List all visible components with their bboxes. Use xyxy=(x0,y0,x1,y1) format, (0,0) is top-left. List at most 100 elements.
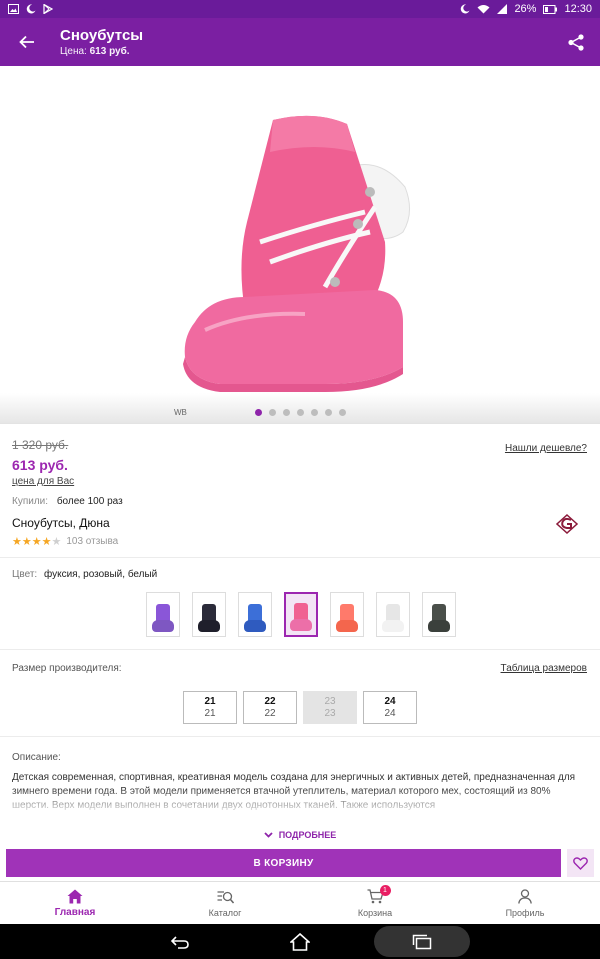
gallery-dot[interactable] xyxy=(325,409,332,416)
color-label: Цвет: фуксия, розовый, белый xyxy=(12,569,157,580)
swatch-upper xyxy=(432,604,446,621)
do-not-disturb-moon-icon xyxy=(460,4,470,14)
system-home-button[interactable] xyxy=(280,924,320,959)
size-option[interactable]: 24 24 xyxy=(363,691,417,724)
gallery-dot[interactable] xyxy=(339,409,346,416)
battery-icon xyxy=(543,4,558,14)
gallery-dot[interactable] xyxy=(269,409,276,416)
gallery-fade xyxy=(0,393,600,423)
size-label: Размер производителя: xyxy=(12,663,122,674)
size-value: 23 xyxy=(324,695,336,707)
swatch-sole xyxy=(244,620,266,632)
cart-bar: В КОРЗИНУ xyxy=(0,848,600,880)
description-label: Описание: xyxy=(12,752,61,763)
size-option: 23 23 xyxy=(303,691,357,724)
size-option[interactable]: 22 22 xyxy=(243,691,297,724)
swatch-thumbnail xyxy=(290,603,312,631)
price-section: 1 320 руб. 613 руб. цена для Вас Нашли д… xyxy=(0,432,600,558)
nav-item-cart[interactable]: 1 Корзина xyxy=(300,882,450,924)
color-label-value: фуксия, розовый, белый xyxy=(43,569,158,580)
gallery-pagination xyxy=(255,409,346,416)
gallery-dot[interactable] xyxy=(255,409,262,416)
system-recent-apps-button[interactable] xyxy=(402,924,442,959)
system-back-button[interactable] xyxy=(160,924,200,959)
bottom-navigation: Главная Каталог 1 Корзина Профиль xyxy=(0,881,600,924)
page-subtitle: Цена: 613 руб. xyxy=(60,45,552,58)
share-icon xyxy=(568,33,584,51)
rating-stars: ★★★★★ xyxy=(12,536,62,548)
color-swatch[interactable] xyxy=(192,592,226,637)
color-swatch[interactable] xyxy=(284,592,318,637)
product-image-boot xyxy=(183,115,410,392)
swatch-upper xyxy=(156,604,170,621)
current-price: 613 руб. xyxy=(12,457,68,473)
swatch-thumbnail xyxy=(244,604,266,632)
color-swatch[interactable] xyxy=(238,592,272,637)
color-swatch[interactable] xyxy=(376,592,410,637)
description-section: Описание: Детская современная, спортивна… xyxy=(0,738,600,848)
show-more-label: ПОДРОБНЕЕ xyxy=(278,830,337,840)
home-icon xyxy=(67,888,83,904)
catalog-search-icon xyxy=(217,889,234,905)
back-button[interactable] xyxy=(0,18,54,66)
size-sub-value: 21 xyxy=(204,707,216,719)
app-bar: Сноубутсы Цена: 613 руб. xyxy=(0,18,600,66)
swatch-upper xyxy=(202,604,216,621)
swatch-sole xyxy=(336,620,358,632)
image-notification-icon xyxy=(8,4,19,14)
nav-item-home[interactable]: Главная xyxy=(0,882,150,924)
battery-percent: 26% xyxy=(514,3,537,15)
swatch-upper xyxy=(248,604,262,621)
moon-notification-icon xyxy=(26,4,36,14)
signal-icon xyxy=(497,4,508,14)
swatch-thumbnail xyxy=(198,604,220,632)
color-swatch[interactable] xyxy=(146,592,180,637)
description-fade xyxy=(0,788,600,816)
product-name: Сноубутсы, Дюна xyxy=(12,516,110,530)
swatch-upper xyxy=(386,604,400,621)
favorite-button[interactable] xyxy=(567,849,594,877)
nav-item-catalog[interactable]: Каталог xyxy=(150,882,300,924)
nav-label-cart: Корзина xyxy=(357,907,393,918)
color-swatch[interactable] xyxy=(330,592,364,637)
nav-item-profile[interactable]: Профиль xyxy=(450,882,600,924)
size-option[interactable]: 21 21 xyxy=(183,691,237,724)
brand-logo[interactable] xyxy=(555,513,579,539)
swatch-thumbnail xyxy=(382,604,404,632)
swatch-thumbnail xyxy=(336,604,358,632)
clock: 12:30 xyxy=(564,3,592,15)
swatch-thumbnail xyxy=(152,604,174,632)
gallery-watermark: WB xyxy=(174,408,187,417)
gallery-dot[interactable] xyxy=(311,409,318,416)
product-rating[interactable]: ★★★★★ 103 отзыва xyxy=(12,535,118,548)
found-cheaper-link[interactable]: Нашли дешевле? xyxy=(505,443,587,454)
swatch-sole xyxy=(198,620,220,632)
color-swatches xyxy=(146,592,456,637)
color-label-key: Цвет: xyxy=(12,569,38,580)
system-back-icon xyxy=(170,935,189,949)
show-more-button[interactable]: ПОДРОБНЕЕ xyxy=(0,830,600,840)
gallery-dot[interactable] xyxy=(283,409,290,416)
color-swatch[interactable] xyxy=(422,592,456,637)
arrow-back-icon xyxy=(19,35,34,49)
gallery-dot[interactable] xyxy=(297,409,304,416)
system-navigation-bar xyxy=(0,924,600,959)
product-image-gallery[interactable]: WB xyxy=(0,66,600,424)
nav-label-profile: Профиль xyxy=(505,907,545,918)
size-section: Размер производителя: Таблица размеров 2… xyxy=(0,651,600,737)
swatch-sole xyxy=(152,620,174,632)
nav-label-catalog: Каталог xyxy=(208,907,242,918)
size-options: 21 21 22 22 23 23 24 24 xyxy=(183,691,417,724)
size-table-link[interactable]: Таблица размеров xyxy=(501,663,587,674)
purchase-count-value: более 100 раз xyxy=(56,496,123,507)
add-to-cart-button[interactable]: В КОРЗИНУ xyxy=(6,849,561,877)
wifi-icon xyxy=(477,4,490,14)
size-value: 24 xyxy=(384,695,396,707)
heart-icon xyxy=(573,856,588,870)
color-section: Цвет: фуксия, розовый, белый xyxy=(0,559,600,650)
price-for-you-link[interactable]: цена для Вас xyxy=(12,476,74,487)
recent-apps-icon xyxy=(412,934,432,949)
swatch-thumbnail xyxy=(428,604,450,632)
system-home-icon xyxy=(290,932,310,951)
share-button[interactable] xyxy=(552,18,600,66)
